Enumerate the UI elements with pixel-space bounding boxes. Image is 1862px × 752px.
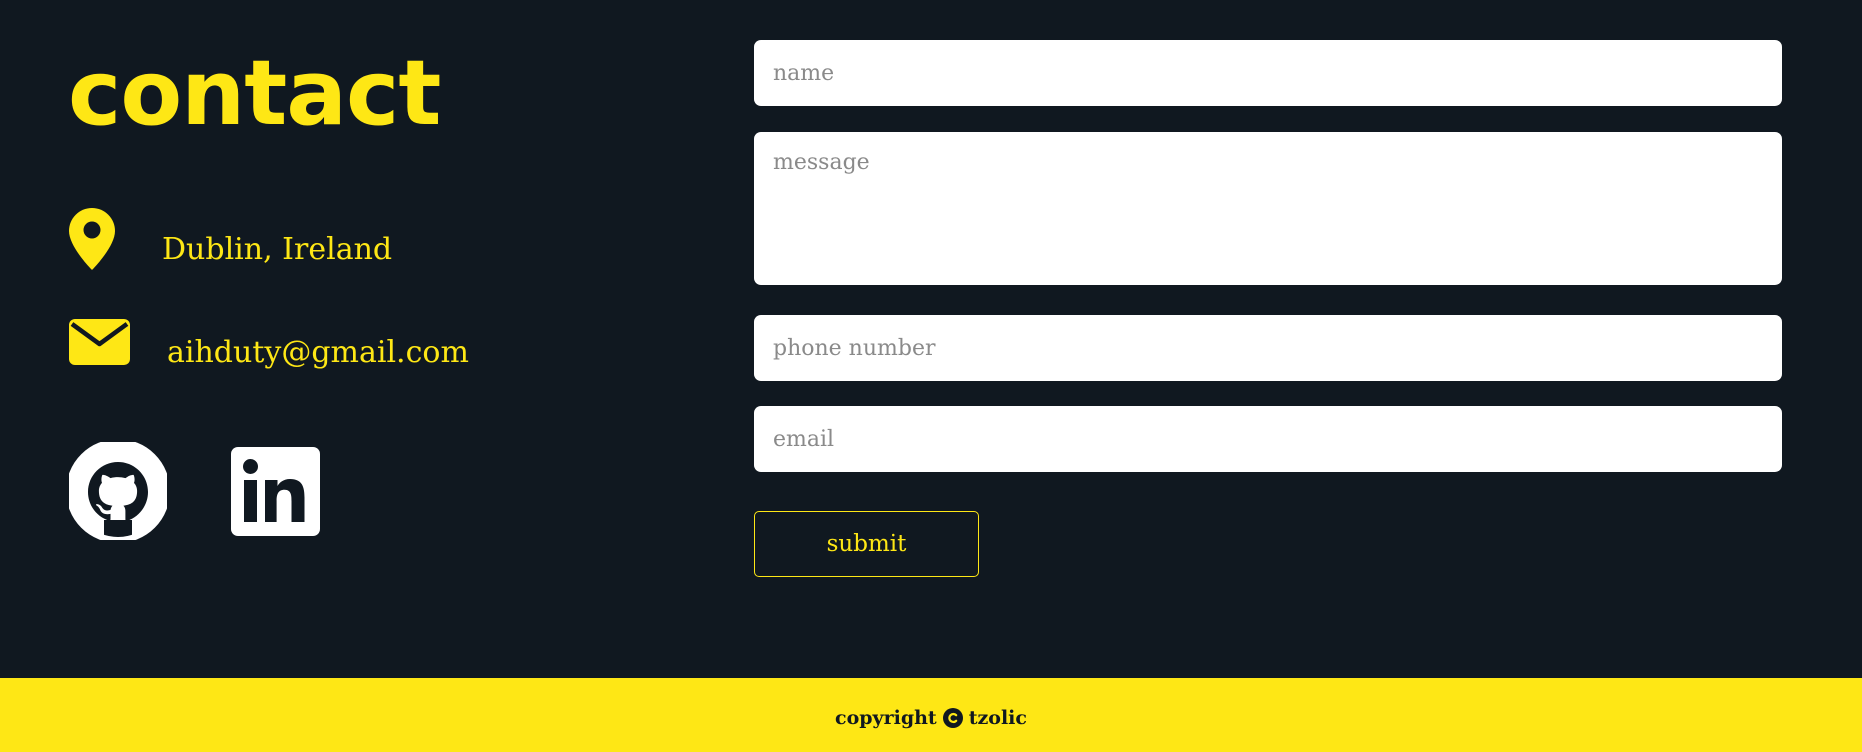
map-pin-icon bbox=[69, 208, 115, 270]
location-text: Dublin, Ireland bbox=[162, 231, 393, 267]
email-info: aihduty@gmail.com bbox=[69, 313, 469, 370]
email-text[interactable]: aihduty@gmail.com bbox=[167, 335, 469, 370]
github-link[interactable] bbox=[66, 439, 170, 543]
contact-section: contact Dublin, Ireland aihduty@gmail.co… bbox=[0, 0, 1862, 678]
linkedin-link[interactable] bbox=[231, 447, 320, 536]
location-info: Dublin, Ireland bbox=[69, 208, 392, 270]
submit-button[interactable]: submit bbox=[754, 511, 979, 577]
email-input[interactable] bbox=[754, 406, 1782, 472]
footer: copyright tzolic bbox=[0, 678, 1862, 752]
message-input[interactable] bbox=[754, 132, 1782, 285]
footer-author: tzolic bbox=[968, 707, 1027, 729]
copyright-icon bbox=[942, 708, 963, 728]
copyright-label: copyright bbox=[835, 707, 937, 729]
github-icon bbox=[66, 439, 170, 543]
phone-input[interactable] bbox=[754, 315, 1782, 381]
linkedin-icon bbox=[231, 447, 320, 536]
page-title: contact bbox=[68, 41, 441, 146]
envelope-icon bbox=[69, 318, 130, 365]
name-input[interactable] bbox=[754, 40, 1782, 106]
footer-copyright: copyright tzolic bbox=[835, 701, 1027, 729]
